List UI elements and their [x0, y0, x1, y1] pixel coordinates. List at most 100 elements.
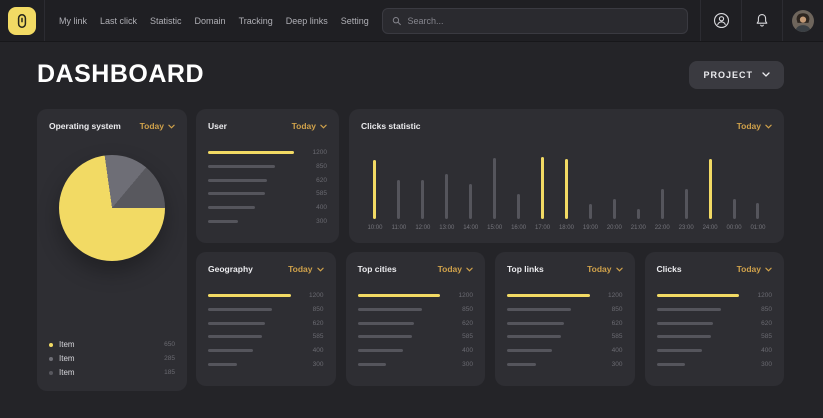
bar [208, 335, 262, 338]
bar-row: 1200 [208, 149, 327, 156]
bar [637, 209, 640, 219]
period-select[interactable]: Today [140, 121, 175, 131]
avatar-photo [792, 10, 814, 32]
nav-item-statistic[interactable]: Statistic [150, 16, 182, 26]
search-box[interactable] [382, 8, 688, 34]
user-avatar[interactable] [783, 0, 823, 41]
bar [657, 308, 721, 311]
nav-item-last-click[interactable]: Last click [100, 16, 137, 26]
bar-value: 400 [748, 347, 772, 354]
bar [565, 159, 568, 219]
bar-track [208, 363, 300, 366]
bar-column: 22:00 [650, 157, 674, 231]
bar-row: 585 [507, 333, 623, 340]
period-select[interactable]: Today [438, 264, 473, 274]
bar [208, 179, 267, 182]
card-header: Clicks statistic Today [361, 121, 772, 131]
search-input[interactable] [407, 16, 678, 26]
bar [507, 308, 571, 311]
account-button[interactable] [701, 0, 741, 41]
chevron-down-icon [765, 124, 772, 129]
nav-item-my-link[interactable]: My link [59, 16, 87, 26]
time-label: 16:00 [511, 225, 526, 231]
bar-track [208, 308, 300, 311]
bar-row: 400 [358, 347, 474, 354]
bar-row: 1200 [657, 292, 773, 299]
bar-value: 400 [449, 347, 473, 354]
legend-label: Item [59, 354, 75, 363]
period-select[interactable]: Today [737, 121, 772, 131]
bar-row: 300 [358, 361, 474, 368]
bar [445, 174, 448, 219]
page-title: DASHBOARD [37, 60, 204, 89]
period-label: Today [587, 264, 611, 274]
period-select[interactable]: Today [292, 121, 327, 131]
bar-value: 400 [599, 347, 623, 354]
bar-track [657, 335, 749, 338]
bar-row: 620 [208, 177, 327, 184]
period-label: Today [737, 121, 761, 131]
bar-column: 00:00 [722, 157, 746, 231]
bar-value: 1200 [748, 292, 772, 299]
bar-row: 620 [507, 320, 623, 327]
bar-area [397, 157, 400, 219]
chevron-down-icon [466, 267, 473, 272]
vbar-chart: 10:0011:0012:0013:0014:0015:0016:0017:00… [361, 141, 772, 231]
nav-item-setting[interactable]: Setting [341, 16, 369, 26]
nav-item-tracking[interactable]: Tracking [239, 16, 273, 26]
nav-item-deep-links[interactable]: Deep links [286, 16, 328, 26]
time-label: 12:00 [415, 225, 430, 231]
chevron-down-icon [168, 124, 175, 129]
chevron-down-icon [320, 124, 327, 129]
bar [507, 363, 536, 366]
notifications-button[interactable] [742, 0, 782, 41]
bar-track [208, 349, 300, 352]
bar-area [733, 157, 736, 219]
bar-value: 585 [300, 333, 324, 340]
period-label: Today [737, 264, 761, 274]
bar [685, 189, 688, 219]
time-label: 00:00 [727, 225, 742, 231]
bar-row: 300 [208, 361, 324, 368]
app-logo-button[interactable] [8, 7, 36, 35]
cards-grid: Operating system Today Item650Item285Ite… [37, 109, 784, 391]
bar-row: 1200 [358, 292, 474, 299]
nav-item-domain[interactable]: Domain [195, 16, 226, 26]
bar-value: 620 [449, 320, 473, 327]
page-header: DASHBOARD PROJECT [37, 60, 784, 89]
project-dropdown-button[interactable]: PROJECT [689, 61, 784, 89]
bar-value: 1200 [449, 292, 473, 299]
bar [657, 294, 740, 297]
cards-row-1: User Today 1200850620585400300 Clicks st… [196, 109, 784, 243]
bar-track [507, 294, 599, 297]
bar-value: 300 [748, 361, 772, 368]
bar-row: 585 [208, 333, 324, 340]
chevron-down-icon [762, 72, 770, 77]
bar-area [709, 157, 712, 219]
bar [358, 294, 441, 297]
account-icon [713, 12, 730, 29]
bar-track [657, 322, 749, 325]
bar-area [613, 157, 616, 219]
time-label: 01:00 [750, 225, 765, 231]
bar-area [445, 157, 448, 219]
bar-track [208, 322, 300, 325]
bar-track [358, 322, 450, 325]
bar-row: 300 [657, 361, 773, 368]
bar-track [358, 294, 450, 297]
bar-track [358, 349, 450, 352]
divider [44, 0, 45, 41]
period-select[interactable]: Today [737, 264, 772, 274]
bar-value: 620 [303, 177, 327, 184]
bar-row: 850 [507, 306, 623, 313]
time-label: 19:00 [583, 225, 598, 231]
bar-value: 850 [449, 306, 473, 313]
bar-column: 16:00 [507, 157, 531, 231]
period-select[interactable]: Today [587, 264, 622, 274]
bar [421, 180, 424, 219]
bar [208, 322, 265, 325]
bar [507, 294, 590, 297]
period-select[interactable]: Today [288, 264, 323, 274]
bar-row: 620 [358, 320, 474, 327]
bar-row: 585 [657, 333, 773, 340]
